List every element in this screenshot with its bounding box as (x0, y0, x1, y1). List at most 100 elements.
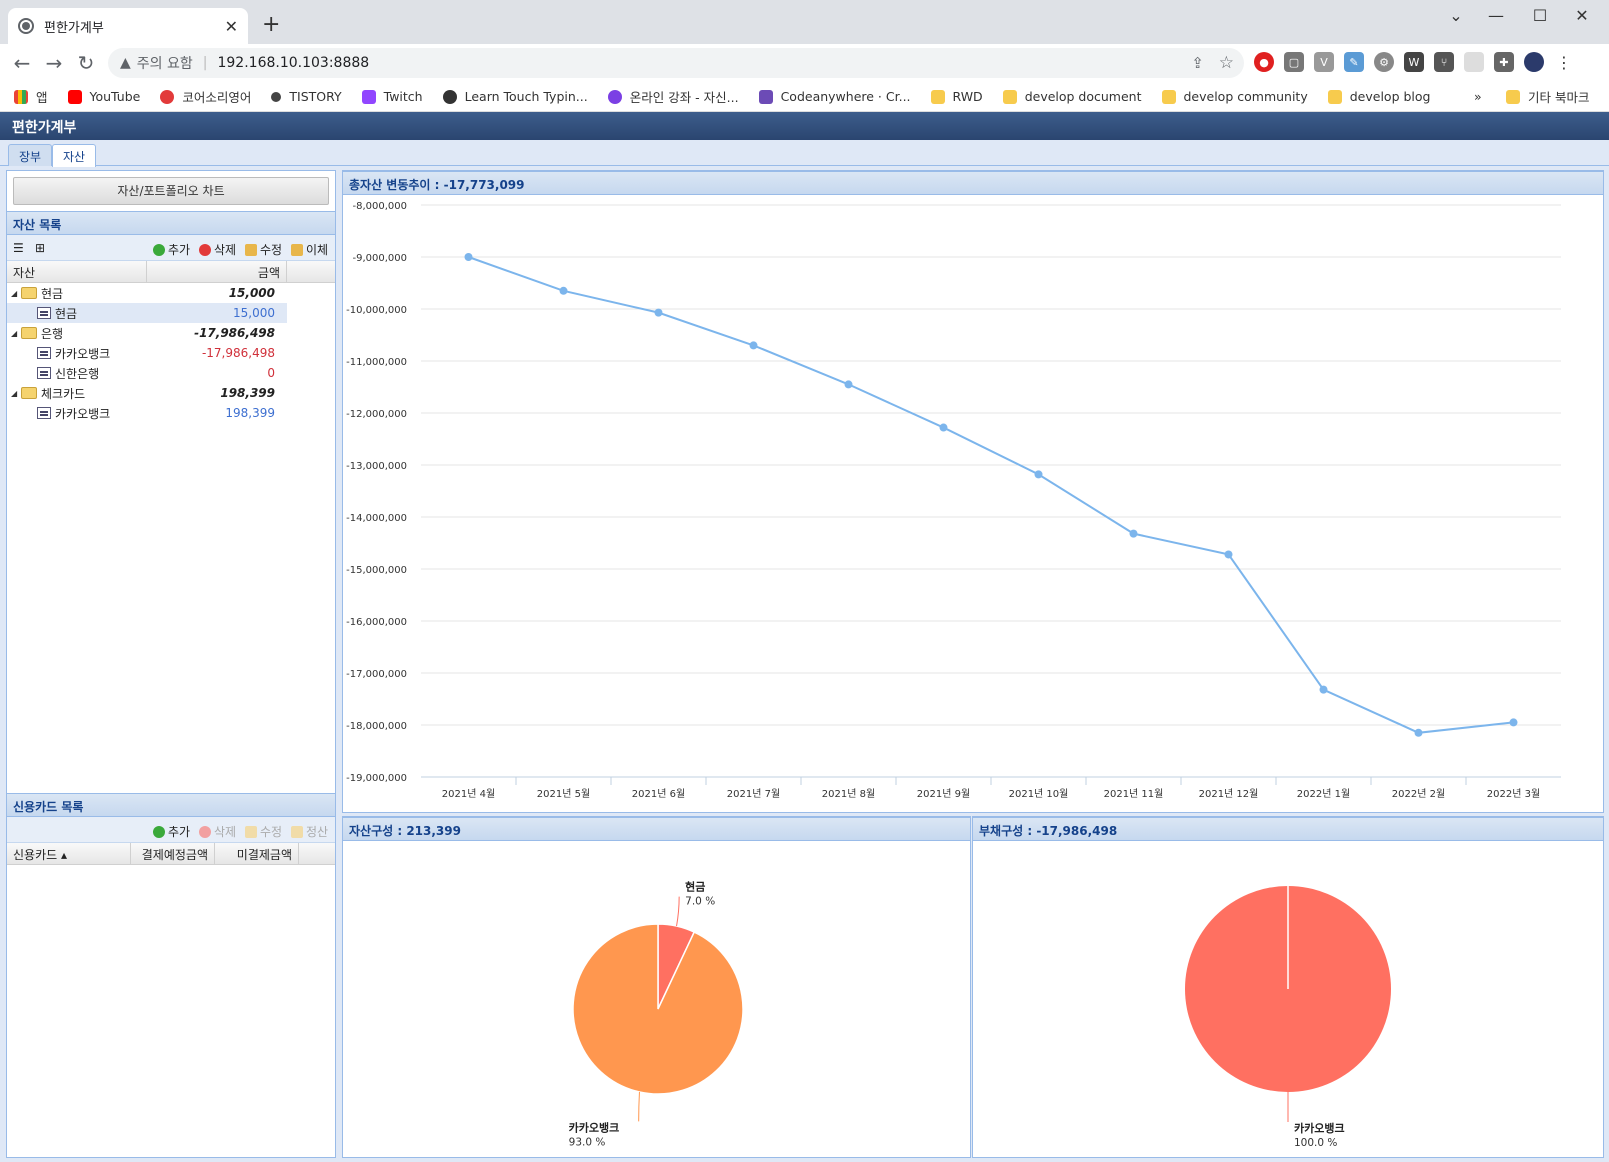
typing-icon (442, 89, 457, 104)
bookmark-rwd[interactable]: RWD (930, 89, 983, 104)
wappalyzer-icon[interactable]: W (1404, 52, 1424, 72)
asset-row[interactable]: 카카오뱅크 -17,986,498 (7, 343, 335, 363)
bookmark-twitch[interactable]: Twitch (361, 89, 423, 104)
asset-group-row[interactable]: ◢ 현금 15,000 (7, 283, 335, 303)
asset-composition-pie-chart: 현금 7.0 % 카카오뱅크 93.0 % (569, 880, 744, 1148)
x-tick-label: 2021년 5월 (537, 788, 590, 800)
twitch-icon (361, 89, 376, 104)
asset-amount: 15,000 (233, 306, 275, 320)
reload-icon[interactable]: ↻ (70, 51, 102, 75)
x-tick-label: 2021년 4월 (442, 788, 495, 800)
data-point (464, 253, 473, 261)
menu-kebab-icon[interactable]: ⋮ (1554, 52, 1574, 72)
y-tick-label: -9,000,000 (352, 253, 407, 264)
debt-composition-pie-chart: 카카오뱅크 100.0 % (1185, 886, 1391, 1149)
minimize-button[interactable]: — (1476, 6, 1516, 25)
bookmark-label: Learn Touch Typin... (464, 89, 588, 104)
pin-icon (160, 89, 175, 104)
vue-devtools-icon[interactable]: V (1314, 52, 1334, 72)
asset-row[interactable]: 현금 15,000 (7, 303, 287, 323)
delete-card-button[interactable]: 삭제 (199, 823, 236, 840)
back-icon[interactable]: ← (6, 51, 38, 75)
bookmark-label: develop document (1024, 89, 1142, 104)
folder-icon (21, 327, 37, 339)
add-asset-button[interactable]: 추가 (153, 241, 190, 258)
omnibox[interactable]: ▲ 주의 요함 | 192.168.10.103:8888 ⇪ ☆ (108, 48, 1244, 78)
add-card-button[interactable]: 추가 (153, 823, 190, 840)
bookmark-youtube[interactable]: YouTube (67, 89, 140, 104)
extension-icon[interactable]: ▢ (1284, 52, 1304, 72)
account-icon (37, 347, 51, 359)
bookmark-star-icon[interactable]: ☆ (1219, 53, 1234, 73)
settle-card-button[interactable]: 정산 (291, 823, 328, 840)
extension-icon[interactable] (1464, 52, 1484, 72)
edit-card-button[interactable]: 수정 (245, 823, 282, 840)
url-text[interactable]: 192.168.10.103:8888 (217, 55, 369, 71)
delete-asset-button[interactable]: 삭제 (199, 241, 236, 258)
extension-icon[interactable]: ✎ (1344, 52, 1364, 72)
column-header-due-amount[interactable]: 결제예정금액 (131, 843, 215, 864)
warning-icon[interactable]: ▲ (120, 55, 131, 71)
series-line-total-assets (468, 256, 1514, 734)
avatar[interactable] (1524, 52, 1544, 72)
card-grid-header: 신용카드 ▴ 결제예정금액 미결제금액 (7, 843, 335, 865)
git-extension-icon[interactable]: ⑂ (1434, 52, 1454, 72)
bookmarks-overflow-button[interactable]: » (1474, 89, 1482, 104)
youtube-icon (67, 89, 82, 104)
maximize-button[interactable]: ☐ (1520, 6, 1560, 25)
bookmark-apps[interactable]: 앱 (14, 87, 48, 106)
expand-caret-icon[interactable]: ◢ (11, 389, 21, 398)
bookmark-tistory[interactable]: TISTORY (271, 89, 342, 104)
column-header-unpaid-amount[interactable]: 미결제금액 (215, 843, 299, 864)
x-tick-label: 2021년 7월 (727, 788, 780, 800)
forward-icon[interactable]: → (38, 51, 70, 75)
y-tick-label: -16,000,000 (346, 617, 407, 628)
transfer-asset-button[interactable]: 이체 (291, 241, 328, 258)
bookmark-develop-blog[interactable]: develop blog (1327, 89, 1430, 104)
bookmark-codeanywhere[interactable]: Codeanywhere · Cr... (758, 89, 911, 104)
bookmark-develop-community[interactable]: develop community (1161, 89, 1308, 104)
bookmark-english[interactable]: 코어소리영어 (160, 87, 251, 106)
share-icon[interactable]: ⇪ (1191, 54, 1204, 72)
close-window-button[interactable]: ✕ (1562, 6, 1602, 25)
app-viewport: 편한가계부 장부 자산 자산/포트폴리오 차트 자산 목록 ☰ ⊞ 추가 삭제 … (0, 112, 1609, 1162)
asset-group-row[interactable]: ◢ 은행 -17,986,498 (7, 323, 335, 343)
asset-row[interactable]: 신한은행 0 (7, 363, 335, 383)
bookmark-other[interactable]: 기타 북마크 (1506, 87, 1589, 106)
gear-extension-icon[interactable]: ⚙ (1374, 52, 1394, 72)
adblock-extension-icon[interactable]: ● (1254, 52, 1274, 72)
y-tick-label: -13,000,000 (346, 461, 407, 472)
pencil-icon (245, 825, 257, 838)
tree-view-icon[interactable]: ⊞ (35, 241, 45, 255)
expand-caret-icon[interactable]: ◢ (11, 289, 21, 298)
security-label[interactable]: 주의 요함 (137, 53, 193, 73)
account-icon (37, 367, 51, 379)
card-list-header: 신용카드 목록 (7, 793, 335, 817)
asset-composition-panel: 자산구성 : 213,399 현금 7.0 % 카카오뱅크 93.0 % (342, 816, 971, 1158)
data-point (1509, 718, 1518, 727)
asset-group-row[interactable]: ◢ 체크카드 198,399 (7, 383, 335, 403)
bookmark-typing[interactable]: Learn Touch Typin... (442, 89, 588, 104)
edit-asset-button[interactable]: 수정 (245, 241, 282, 258)
asset-tree: ◢ 현금 15,000 현금 15,000 ◢ 은행 -17,986,498 카카오뱅크 -17,… (7, 283, 335, 423)
tab-search-icon[interactable]: ⌄ (1436, 6, 1476, 25)
bookmark-online-course[interactable]: 온라인 강좌 - 자신... (607, 87, 739, 106)
tab-ledger[interactable]: 장부 (8, 144, 53, 166)
total-asset-trend-panel: 총자산 변동추이 : -17,773,099 -8,000,000 -9,000,… (342, 170, 1604, 813)
puzzle-icon[interactable]: ✚ (1494, 52, 1514, 72)
portfolio-chart-button[interactable]: 자산/포트폴리오 차트 (13, 177, 329, 205)
column-header-card[interactable]: 신용카드 ▴ (7, 843, 131, 864)
transfer-label: 이체 (306, 243, 329, 257)
tab-assets[interactable]: 자산 (52, 144, 97, 167)
list-view-icon[interactable]: ☰ (13, 241, 24, 255)
column-header-asset[interactable]: 자산 (7, 261, 147, 282)
close-tab-icon[interactable]: ✕ (225, 17, 238, 36)
browser-tab[interactable]: 편한가계부 ✕ (8, 8, 248, 44)
asset-row[interactable]: 카카오뱅크 198,399 (7, 403, 335, 423)
y-tick-label: -12,000,000 (346, 409, 407, 420)
expand-caret-icon[interactable]: ◢ (11, 329, 21, 338)
bookmark-develop-document[interactable]: develop document (1002, 89, 1142, 104)
new-tab-button[interactable]: + (262, 12, 280, 37)
folder-icon (1161, 89, 1176, 104)
column-header-amount[interactable]: 금액 (147, 261, 287, 282)
